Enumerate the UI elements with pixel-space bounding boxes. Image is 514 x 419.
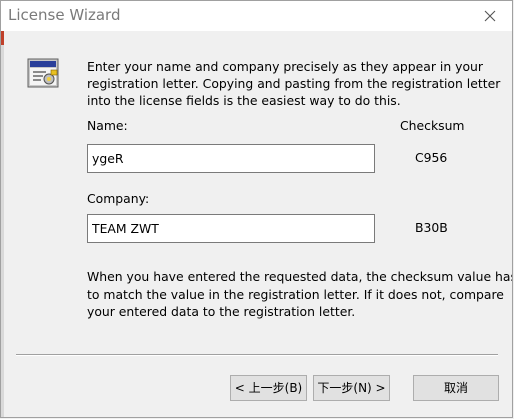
close-icon <box>484 10 496 22</box>
title-bar: License Wizard <box>1 1 512 31</box>
name-checksum: C956 <box>415 150 448 165</box>
close-button[interactable] <box>468 1 512 31</box>
license-wizard-dialog: License Wizard Enter your name and compa… <box>0 0 513 418</box>
intro-line: into the license fields is the easiest w… <box>87 93 401 109</box>
left-edge-accent <box>1 31 4 45</box>
next-button[interactable]: 下一步(N) > <box>313 375 390 401</box>
checksum-instructions: When you have entered the requested data… <box>87 268 513 321</box>
intro-paragraph: Enter your name and company precisely as… <box>87 58 501 110</box>
intro-line: Enter your name and company precisely as… <box>87 59 483 74</box>
license-certificate-icon <box>27 58 59 88</box>
instruction-line: to match the value in the registration l… <box>87 286 504 302</box>
cancel-button[interactable]: 取消 <box>413 375 499 401</box>
back-button[interactable]: < 上一步(B) <box>230 375 307 401</box>
name-input[interactable] <box>87 144 375 173</box>
intro-line: registration letter. Copying and pasting… <box>87 76 501 92</box>
button-separator <box>16 354 498 356</box>
company-input[interactable] <box>87 214 375 243</box>
checksum-header: Checksum <box>400 118 465 133</box>
name-label: Name: <box>87 118 128 133</box>
instruction-line: your entered data to the registration le… <box>87 304 356 319</box>
company-label: Company: <box>87 191 150 206</box>
company-checksum: B30B <box>415 220 448 235</box>
left-edge-strip <box>1 31 4 417</box>
instruction-line: When you have entered the requested data… <box>87 269 513 284</box>
window-title: License Wizard <box>8 6 121 24</box>
